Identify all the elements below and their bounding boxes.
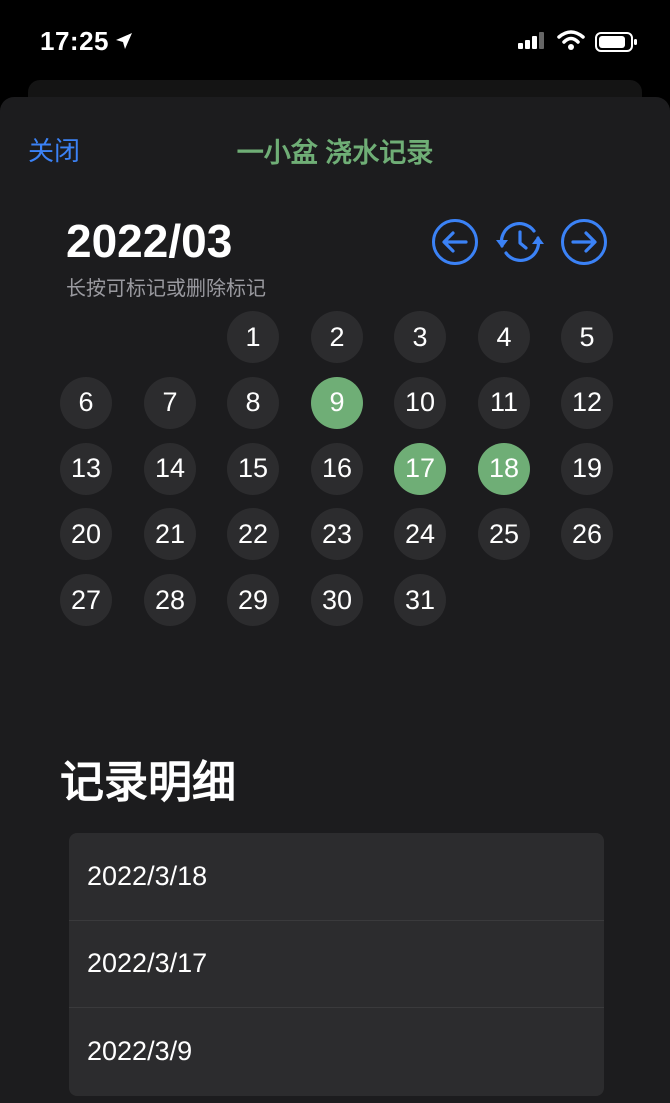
calendar-day[interactable]: 20 <box>60 508 112 561</box>
battery-icon <box>595 32 637 52</box>
calendar-day[interactable]: 26 <box>561 508 613 561</box>
calendar-day[interactable]: 27 <box>60 574 112 626</box>
calendar-day[interactable]: 30 <box>311 574 363 626</box>
record-list: 2022/3/18 2022/3/17 2022/3/9 <box>69 833 604 1096</box>
wifi-icon <box>557 30 585 50</box>
calendar-day[interactable]: 29 <box>227 574 279 626</box>
month-title: 2022/03 <box>66 215 233 267</box>
calendar-day[interactable]: 12 <box>561 376 613 429</box>
next-month-icon[interactable] <box>560 218 608 266</box>
calendar-day[interactable]: 13 <box>60 442 112 495</box>
record-item[interactable]: 2022/3/9 <box>69 1008 604 1096</box>
record-item[interactable]: 2022/3/18 <box>69 833 604 921</box>
calendar-day[interactable]: 5 <box>561 311 613 363</box>
record-item[interactable]: 2022/3/17 <box>69 921 604 1008</box>
cellular-signal-icon <box>518 32 544 49</box>
status-time: 17:25 <box>40 26 109 56</box>
calendar-day[interactable]: 16 <box>311 442 363 495</box>
calendar-day[interactable]: 19 <box>561 442 613 495</box>
calendar-day[interactable]: 25 <box>478 508 530 561</box>
calendar-day[interactable]: 22 <box>227 508 279 561</box>
previous-month-icon[interactable] <box>431 218 479 266</box>
records-section-title: 记录明细 <box>60 758 236 807</box>
calendar-day-marked[interactable]: 9 <box>311 376 363 429</box>
calendar-hint: 长按可标记或删除标记 <box>66 278 266 300</box>
page-title: 一小盆 浇水记录 <box>236 138 434 168</box>
calendar-day[interactable]: 21 <box>144 508 196 561</box>
calendar-day[interactable]: 11 <box>478 376 530 429</box>
calendar-day[interactable]: 2 <box>311 311 363 363</box>
current-month-icon[interactable] <box>494 218 546 266</box>
calendar-day[interactable]: 3 <box>394 311 446 363</box>
calendar-day[interactable]: 1 <box>227 311 279 363</box>
calendar-day[interactable]: 23 <box>311 508 363 561</box>
calendar-day[interactable]: 10 <box>394 376 446 429</box>
calendar-day[interactable]: 14 <box>144 442 196 495</box>
calendar-day[interactable]: 24 <box>394 508 446 561</box>
location-arrow-icon <box>116 33 132 49</box>
calendar-day[interactable]: 8 <box>227 376 279 429</box>
calendar-day[interactable]: 7 <box>144 376 196 429</box>
calendar-day-marked[interactable]: 18 <box>478 442 530 495</box>
calendar-day[interactable]: 15 <box>227 442 279 495</box>
calendar-day[interactable]: 6 <box>60 376 112 429</box>
calendar-day[interactable]: 4 <box>478 311 530 363</box>
calendar-day[interactable]: 31 <box>394 574 446 626</box>
status-bar: 17:25 <box>0 0 670 80</box>
calendar-day-marked[interactable]: 17 <box>394 442 446 495</box>
calendar-day[interactable]: 28 <box>144 574 196 626</box>
